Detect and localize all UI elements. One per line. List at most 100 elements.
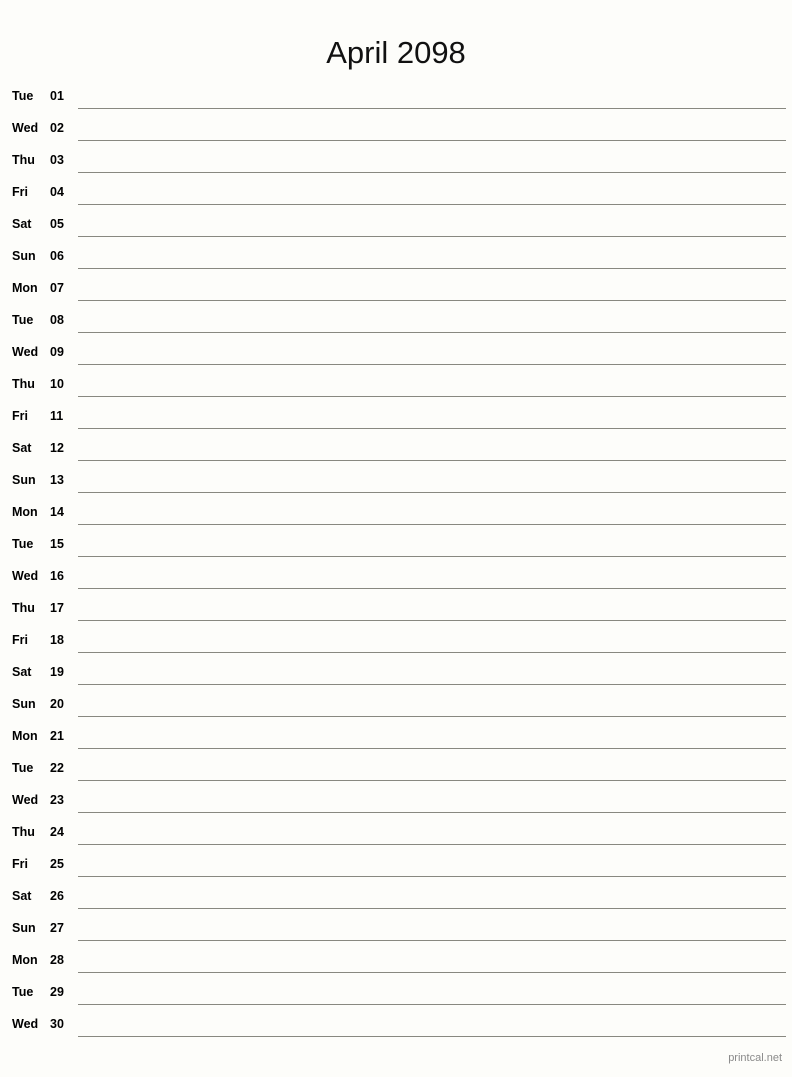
day-number-label: 05	[50, 216, 64, 231]
day-number-label: 22	[50, 760, 64, 775]
day-writing-line[interactable]	[78, 171, 786, 173]
day-weekday-label: Sat	[12, 664, 32, 679]
day-number-label: 09	[50, 344, 64, 359]
day-writing-line[interactable]	[78, 939, 786, 941]
day-row: Thu 03	[0, 147, 792, 179]
day-row: Sun 13	[0, 467, 792, 499]
day-writing-line[interactable]	[78, 1003, 786, 1005]
day-weekday-label: Sat	[12, 888, 32, 903]
day-writing-line[interactable]	[78, 587, 786, 589]
day-row: Wed 30	[0, 1011, 792, 1043]
day-writing-line[interactable]	[78, 267, 786, 269]
day-row: Sun 27	[0, 915, 792, 947]
day-row: Sun 06	[0, 243, 792, 275]
day-weekday-label: Mon	[12, 952, 38, 967]
day-number-label: 16	[50, 568, 64, 583]
day-writing-line[interactable]	[78, 331, 786, 333]
day-weekday-label: Thu	[12, 152, 35, 167]
day-row: Thu 24	[0, 819, 792, 851]
day-weekday-label: Tue	[12, 88, 34, 103]
day-writing-line[interactable]	[78, 299, 786, 301]
day-weekday-label: Mon	[12, 280, 38, 295]
day-writing-line[interactable]	[78, 235, 786, 237]
day-weekday-label: Mon	[12, 728, 38, 743]
day-writing-line[interactable]	[78, 491, 786, 493]
day-row: Fri 25	[0, 851, 792, 883]
day-writing-line[interactable]	[78, 651, 786, 653]
day-row: Sat 19	[0, 659, 792, 691]
day-number-label: 26	[50, 888, 64, 903]
day-number-label: 10	[50, 376, 64, 391]
footer-credit: printcal.net	[728, 1051, 782, 1064]
day-number-label: 01	[50, 88, 64, 103]
day-weekday-label: Sun	[12, 248, 36, 263]
day-row: Wed 09	[0, 339, 792, 371]
day-weekday-label: Fri	[12, 632, 28, 647]
day-writing-line[interactable]	[78, 1035, 786, 1037]
day-number-label: 28	[50, 952, 64, 967]
day-row: Thu 10	[0, 371, 792, 403]
day-weekday-label: Sun	[12, 472, 36, 487]
day-row: Sat 12	[0, 435, 792, 467]
day-weekday-label: Sun	[12, 696, 36, 711]
day-writing-line[interactable]	[78, 203, 786, 205]
day-weekday-label: Tue	[12, 760, 34, 775]
day-writing-line[interactable]	[78, 779, 786, 781]
day-row: Wed 02	[0, 115, 792, 147]
day-weekday-label: Sat	[12, 440, 32, 455]
calendar-page: April 2098 Tue 01 Wed 02 Thu 03 Fri 04 Sat 05 Sun 0…	[0, 21, 792, 1077]
day-row: Wed 23	[0, 787, 792, 819]
day-weekday-label: Wed	[12, 344, 39, 359]
day-number-label: 03	[50, 152, 64, 167]
day-number-label: 19	[50, 664, 64, 679]
day-number-label: 18	[50, 632, 64, 647]
day-writing-line[interactable]	[78, 811, 786, 813]
day-weekday-label: Wed	[12, 120, 39, 135]
day-weekday-label: Sun	[12, 920, 36, 935]
day-writing-line[interactable]	[78, 459, 786, 461]
day-number-label: 23	[50, 792, 64, 807]
day-row: Fri 11	[0, 403, 792, 435]
day-writing-line[interactable]	[78, 363, 786, 365]
day-writing-line[interactable]	[78, 747, 786, 749]
day-number-label: 07	[50, 280, 64, 295]
day-writing-line[interactable]	[78, 875, 786, 877]
day-weekday-label: Wed	[12, 1016, 39, 1031]
day-number-label: 12	[50, 440, 64, 455]
day-writing-line[interactable]	[78, 107, 786, 109]
day-weekday-label: Wed	[12, 568, 39, 583]
day-row: Tue 01	[0, 83, 792, 115]
day-weekday-label: Thu	[12, 824, 35, 839]
day-writing-line[interactable]	[78, 907, 786, 909]
day-number-label: 04	[50, 184, 64, 199]
day-writing-line[interactable]	[78, 683, 786, 685]
day-weekday-label: Tue	[12, 536, 34, 551]
day-writing-line[interactable]	[78, 555, 786, 557]
day-row: Wed 16	[0, 563, 792, 595]
day-weekday-label: Fri	[12, 856, 28, 871]
day-writing-line[interactable]	[78, 395, 786, 397]
day-row: Fri 04	[0, 179, 792, 211]
day-number-label: 24	[50, 824, 64, 839]
day-row: Fri 18	[0, 627, 792, 659]
day-row: Sat 26	[0, 883, 792, 915]
day-weekday-label: Fri	[12, 408, 28, 423]
day-number-label: 27	[50, 920, 64, 935]
day-writing-line[interactable]	[78, 619, 786, 621]
day-writing-line[interactable]	[78, 715, 786, 717]
day-row: Mon 28	[0, 947, 792, 979]
page-title: April 2098	[326, 34, 466, 70]
day-writing-line[interactable]	[78, 523, 786, 525]
day-weekday-label: Mon	[12, 504, 38, 519]
day-weekday-label: Thu	[12, 600, 35, 615]
day-writing-line[interactable]	[78, 971, 786, 973]
day-writing-line[interactable]	[78, 843, 786, 845]
day-number-label: 11	[50, 408, 64, 423]
day-row: Mon 21	[0, 723, 792, 755]
day-number-label: 02	[50, 120, 64, 135]
day-number-label: 25	[50, 856, 64, 871]
day-weekday-label: Wed	[12, 792, 39, 807]
day-writing-line[interactable]	[78, 427, 786, 429]
day-writing-line[interactable]	[78, 139, 786, 141]
day-row: Thu 17	[0, 595, 792, 627]
